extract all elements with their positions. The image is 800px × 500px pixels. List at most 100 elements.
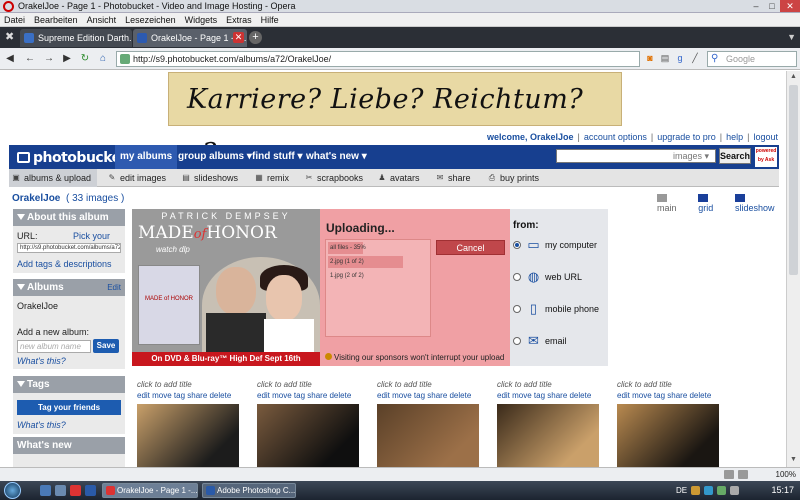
thumbnail-actions[interactable]: edit move tag share delete xyxy=(257,391,359,402)
forward-arrow-icon[interactable]: → xyxy=(43,53,55,65)
search-input[interactable]: ⚲ Google xyxy=(707,51,797,67)
source-email[interactable]: ✉ email xyxy=(513,333,567,349)
account-options-link[interactable]: account options xyxy=(584,132,647,142)
nav-my-albums[interactable]: my albums xyxy=(115,145,178,169)
nav-whats-new[interactable]: what's new ▾ xyxy=(301,145,372,169)
thumbnail-title[interactable]: click to add title xyxy=(137,380,239,391)
view-main[interactable]: main xyxy=(657,193,688,213)
clock[interactable]: 15:17 xyxy=(771,485,794,495)
close-tab-icon[interactable]: ✕ xyxy=(233,32,244,43)
show-desktop-icon[interactable] xyxy=(40,485,51,496)
volume-icon[interactable] xyxy=(730,486,740,495)
radio-email[interactable] xyxy=(513,337,521,345)
tray-icon[interactable] xyxy=(717,486,727,495)
album-name[interactable]: OrakelJoe xyxy=(12,193,60,204)
source-mobile-phone[interactable]: ▯ mobile phone xyxy=(513,301,599,317)
rss-icon[interactable]: ◙ xyxy=(644,52,656,65)
help-link[interactable]: help xyxy=(726,132,743,142)
source-my-computer[interactable]: ▭ my computer xyxy=(513,237,597,253)
whats-new-header[interactable]: What's new xyxy=(13,437,125,454)
address-field[interactable]: http://s9.photobucket.com/albums/a72/Ora… xyxy=(116,51,640,67)
view-icon[interactable] xyxy=(724,470,734,479)
new-tab-button[interactable]: + xyxy=(249,31,262,44)
taskbar-opera-button[interactable]: OrakelJoe - Page 1 -... xyxy=(102,483,198,498)
start-button[interactable] xyxy=(4,482,21,499)
add-tags-link[interactable]: Add tags & descriptions xyxy=(17,259,112,269)
switch-windows-icon[interactable] xyxy=(55,485,66,496)
maximize-button[interactable]: □ xyxy=(764,0,780,12)
album-url-field[interactable]: http://s9.photobucket.com/albums/a72/Ora… xyxy=(17,243,121,253)
page-scrollbar[interactable]: ▲ ▼ xyxy=(786,71,800,467)
tags-whats-this-link[interactable]: What's this? xyxy=(17,420,66,430)
thumbnail-image[interactable] xyxy=(137,404,239,467)
nav-find-stuff[interactable]: find stuff ▾ xyxy=(247,145,308,169)
thumbnail-image[interactable] xyxy=(257,404,359,467)
scroll-thumb[interactable] xyxy=(789,85,798,275)
scroll-up-icon[interactable]: ▲ xyxy=(789,73,798,82)
fast-forward-icon[interactable]: ▶ xyxy=(61,53,73,65)
save-album-button[interactable]: Save xyxy=(93,339,119,353)
thumbnail-actions[interactable]: edit move tag share delete xyxy=(497,391,599,402)
tab-darth[interactable]: Supreme Edition Darth... xyxy=(20,29,132,47)
pb-search-button[interactable]: Search xyxy=(719,148,751,164)
logout-link[interactable]: logout xyxy=(753,132,778,142)
view-slideshow[interactable]: slideshow xyxy=(734,193,786,213)
radio-web-url[interactable] xyxy=(513,273,521,281)
tab-list-icon[interactable]: ▼ xyxy=(787,32,796,42)
albums-header[interactable]: Albums Edit xyxy=(13,279,125,296)
albums-edit-link[interactable]: Edit xyxy=(107,279,121,296)
transfer-icon[interactable] xyxy=(738,470,748,479)
banner-ad[interactable]: Karriere? Liebe? Reichtum? ¿? xyxy=(168,72,622,169)
thumbnail-title[interactable]: click to add title xyxy=(377,380,479,391)
subnav-share[interactable]: ✉ share xyxy=(433,169,471,187)
wand-icon[interactable]: ╱ xyxy=(689,52,701,65)
pb-search-input[interactable]: images ▾ xyxy=(556,149,716,163)
thumbnail-actions[interactable]: edit move tag share delete xyxy=(617,391,719,402)
zoom-level[interactable]: 100% xyxy=(756,469,796,480)
tab-photobucket[interactable]: OrakelJoe - Page 1 - P... ✕ xyxy=(133,29,247,47)
subnav-slideshows[interactable]: ▤ slideshows xyxy=(179,169,238,187)
thumbnail-image[interactable] xyxy=(617,404,719,467)
thumbnail-actions[interactable]: edit move tag share delete xyxy=(137,391,239,402)
subnav-edit-images[interactable]: ✎ edit images xyxy=(105,169,166,187)
tray-icon[interactable] xyxy=(704,486,714,495)
powered-by-ask-logo[interactable]: powered by Ask xyxy=(755,147,777,167)
thumbnail-image[interactable] xyxy=(497,404,599,467)
new-album-input[interactable]: new album name xyxy=(17,340,91,353)
about-album-header[interactable]: About this album xyxy=(13,209,125,226)
thumbnail-title[interactable]: click to add title xyxy=(617,380,719,391)
photobucket-logo[interactable]: photobucket xyxy=(17,150,127,166)
source-web-url[interactable]: ◍ web URL xyxy=(513,269,582,285)
minimize-button[interactable]: – xyxy=(748,0,764,12)
language-indicator[interactable]: DE xyxy=(676,486,687,495)
back-icon[interactable]: ◀ xyxy=(4,53,16,65)
nav-group-albums[interactable]: group albums ▾ xyxy=(173,145,257,169)
home-icon[interactable]: ⌂ xyxy=(97,53,109,65)
menu-bearbeiten[interactable]: Bearbeiten xyxy=(34,13,78,26)
thumbnail-actions[interactable]: edit move tag share delete xyxy=(377,391,479,402)
view-grid[interactable]: grid xyxy=(698,193,725,213)
subnav-albums-upload[interactable]: ▣ albums & upload xyxy=(9,169,97,187)
tools-icon[interactable]: ✖ xyxy=(5,31,17,43)
opera-quicklaunch-icon[interactable] xyxy=(70,485,81,496)
close-window-button[interactable]: ✕ xyxy=(780,0,800,12)
reload-icon[interactable]: ↻ xyxy=(79,53,91,65)
back-arrow-icon[interactable]: ← xyxy=(24,53,36,65)
radio-my-computer[interactable] xyxy=(513,241,521,249)
scroll-down-icon[interactable]: ▼ xyxy=(789,456,798,465)
subnav-remix[interactable]: ▦ remix xyxy=(252,169,289,187)
menu-lesezeichen[interactable]: Lesezeichen xyxy=(125,13,176,26)
menu-hilfe[interactable]: Hilfe xyxy=(261,13,279,26)
subnav-scrapbooks[interactable]: ✂ scrapbooks xyxy=(302,169,363,187)
upgrade-link[interactable]: upgrade to pro xyxy=(657,132,716,142)
thumbnail-image[interactable] xyxy=(377,404,479,467)
tags-header[interactable]: Tags xyxy=(13,376,125,393)
movie-ad[interactable]: PATRICK DEMPSEY MADEofHONOR watch dlp MA… xyxy=(132,209,320,366)
radio-mobile-phone[interactable] xyxy=(513,305,521,313)
taskbar-photoshop-button[interactable]: Adobe Photoshop C... xyxy=(202,483,296,498)
panel-icon[interactable]: ▤ xyxy=(659,52,671,65)
menu-extras[interactable]: Extras xyxy=(226,13,252,26)
thumbnail-title[interactable]: click to add title xyxy=(497,380,599,391)
cancel-upload-button[interactable]: Cancel xyxy=(436,240,505,255)
menu-widgets[interactable]: Widgets xyxy=(185,13,218,26)
